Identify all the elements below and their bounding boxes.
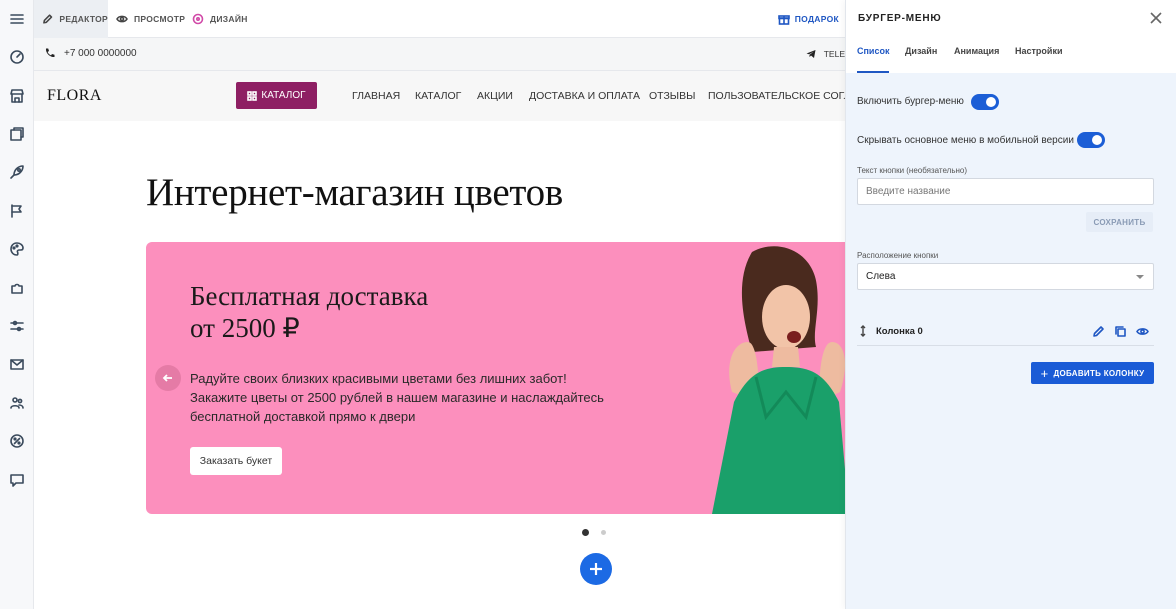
slider-dot[interactable] bbox=[601, 530, 606, 535]
pencil-icon bbox=[43, 14, 53, 24]
slider-dots bbox=[582, 529, 606, 536]
column-name: Колонка 0 bbox=[876, 326, 923, 337]
woman-photo bbox=[712, 246, 845, 514]
promo-banner: Бесплатная доставка от 2500 ₽ Радуйте св… bbox=[146, 242, 845, 514]
menu-icon[interactable] bbox=[6, 8, 28, 30]
banner-title: Бесплатная доставка от 2500 ₽ bbox=[190, 280, 428, 344]
eye-icon bbox=[116, 15, 128, 23]
telegram-contact[interactable]: TELE bbox=[806, 49, 845, 59]
puzzle-icon[interactable] bbox=[6, 277, 28, 299]
chat-icon[interactable] bbox=[6, 469, 28, 491]
nav-link-catalog[interactable]: КАТАЛОГ bbox=[415, 71, 461, 121]
sliders-icon[interactable] bbox=[6, 315, 28, 337]
close-icon bbox=[1150, 12, 1162, 24]
phone-icon bbox=[45, 48, 55, 58]
button-text-label: Текст кнопки (необязательно) bbox=[857, 166, 968, 175]
nav-link-reviews[interactable]: ОТЗЫВЫ bbox=[649, 71, 695, 121]
flag-icon[interactable] bbox=[6, 200, 28, 222]
add-column-label: ДОБАВИТЬ КОЛОНКУ bbox=[1053, 368, 1145, 378]
nav-link-home[interactable]: ГЛАВНАЯ bbox=[352, 71, 400, 121]
catalog-button[interactable]: КАТАЛОГ bbox=[236, 82, 317, 109]
order-bouquet-button[interactable]: Заказать букет bbox=[190, 447, 282, 475]
mode-design-label: ДИЗАЙН bbox=[210, 14, 248, 24]
close-button[interactable] bbox=[1149, 11, 1163, 25]
users-icon[interactable] bbox=[6, 392, 28, 414]
mode-editor-tab[interactable]: РЕДАКТОР bbox=[34, 0, 108, 38]
eye-icon[interactable] bbox=[1136, 325, 1149, 338]
contact-bar: +7 000 0000000 TELE bbox=[34, 38, 845, 71]
burger-menu-panel: БУРГЕР-МЕНЮ Список Дизайн Анимация Настр… bbox=[845, 0, 1176, 609]
slider-dot-active[interactable] bbox=[582, 529, 589, 536]
enable-burger-label: Включить бургер-меню bbox=[857, 96, 964, 107]
telegram-label: TELE bbox=[823, 49, 845, 59]
phone-number: +7 000 0000000 bbox=[64, 47, 137, 59]
site-navbar: FLORA КАТАЛОГ ГЛАВНАЯ КАТАЛОГ АКЦИИ ДОСТ… bbox=[34, 71, 845, 121]
nav-link-agreement[interactable]: ПОЛЬЗОВАТЕЛЬСКОЕ СОГЛА bbox=[708, 71, 845, 121]
hide-main-menu-label: Скрывать основное меню в мобильной верси… bbox=[857, 135, 1074, 146]
button-text-input[interactable]: Введите название bbox=[857, 178, 1154, 205]
nav-link-delivery[interactable]: ДОСТАВКА И ОПЛАТА bbox=[529, 71, 640, 121]
nav-link-promos[interactable]: АКЦИИ bbox=[477, 71, 513, 121]
rocket-icon[interactable] bbox=[6, 161, 28, 183]
dashboard-icon[interactable] bbox=[6, 46, 28, 68]
arrow-left-icon bbox=[162, 374, 172, 382]
palette-icon[interactable] bbox=[6, 238, 28, 260]
palette-icon bbox=[192, 13, 204, 25]
tab-settings[interactable]: Настройки bbox=[1015, 46, 1062, 73]
page-heading: Интернет-магазин цветов bbox=[146, 171, 563, 214]
copy-icon[interactable] bbox=[1114, 325, 1127, 338]
add-block-button[interactable] bbox=[580, 553, 612, 585]
add-column-button[interactable]: + ДОБАВИТЬ КОЛОНКУ bbox=[1031, 362, 1154, 384]
pages-icon[interactable] bbox=[6, 123, 28, 145]
column-row: Колонка 0 bbox=[857, 320, 1154, 346]
panel-title: БУРГЕР-МЕНЮ bbox=[858, 13, 942, 24]
hide-main-menu-toggle[interactable] bbox=[1077, 132, 1105, 148]
percent-icon[interactable] bbox=[6, 430, 28, 452]
mode-preview-label: ПРОСМОТР bbox=[134, 14, 186, 24]
drag-handle-icon[interactable] bbox=[858, 324, 868, 342]
plus-icon bbox=[590, 563, 602, 575]
banner-text: Радуйте своих близких красивыми цветами … bbox=[190, 371, 604, 424]
save-button[interactable]: СОХРАНИТЬ bbox=[1086, 212, 1153, 232]
edit-icon[interactable] bbox=[1092, 325, 1105, 338]
tab-animation[interactable]: Анимация bbox=[954, 46, 999, 73]
mode-editor-label: РЕДАКТОР bbox=[59, 14, 108, 24]
panel-header: БУРГЕР-МЕНЮ Список Дизайн Анимация Настр… bbox=[846, 0, 1176, 73]
banner-title-line1: Бесплатная доставка bbox=[190, 281, 429, 311]
enable-burger-toggle[interactable] bbox=[971, 94, 999, 110]
phone-contact[interactable]: +7 000 0000000 bbox=[44, 47, 137, 59]
button-position-select[interactable]: Слева bbox=[857, 263, 1154, 290]
button-position-value: Слева bbox=[866, 271, 896, 282]
site-preview: +7 000 0000000 TELE FLORA КАТАЛОГ ГЛАВНА… bbox=[34, 38, 845, 609]
editor-toolbar: РЕДАКТОР ПРОСМОТР ДИЗАЙН ПОДАРОК bbox=[34, 0, 845, 38]
banner-title-line2: от 2500 ₽ bbox=[190, 313, 300, 343]
grid-icon bbox=[247, 90, 258, 101]
mode-design-tab[interactable]: ДИЗАЙН bbox=[192, 0, 248, 38]
tab-design[interactable]: Дизайн bbox=[905, 46, 937, 73]
telegram-icon bbox=[806, 50, 816, 58]
left-sidebar bbox=[0, 0, 34, 609]
gift-icon bbox=[777, 15, 790, 25]
site-logo[interactable]: FLORA bbox=[47, 87, 102, 105]
tab-list[interactable]: Список bbox=[857, 46, 889, 73]
mail-icon[interactable] bbox=[6, 353, 28, 375]
gift-label: ПОДАРОК bbox=[794, 14, 839, 24]
mode-preview-tab[interactable]: ПРОСМОТР bbox=[116, 0, 185, 38]
store-icon[interactable] bbox=[6, 85, 28, 107]
button-position-label: Расположение кнопки bbox=[857, 251, 939, 260]
plus-icon: + bbox=[1040, 365, 1049, 381]
gift-button[interactable]: ПОДАРОК bbox=[777, 0, 839, 38]
slider-prev-button[interactable] bbox=[155, 365, 181, 391]
catalog-button-label: КАТАЛОГ bbox=[261, 90, 306, 101]
chevron-down-icon bbox=[1136, 275, 1144, 279]
